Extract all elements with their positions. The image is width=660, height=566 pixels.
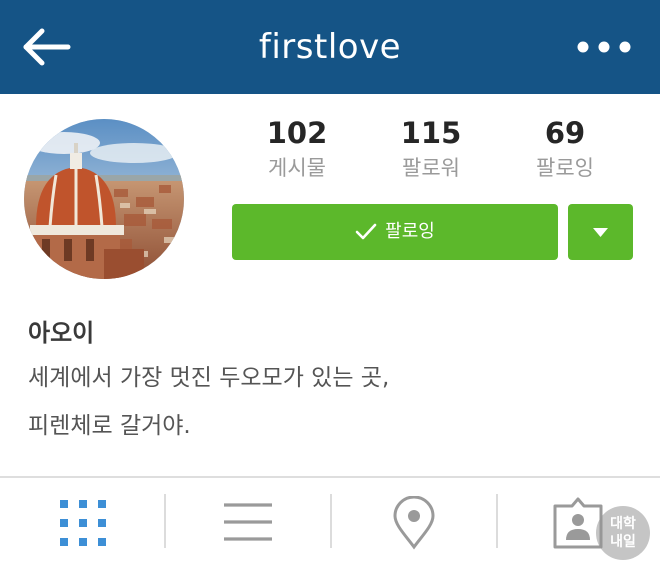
stat-followers-count: 115 (400, 116, 462, 150)
location-pin-icon (393, 496, 435, 550)
list-icon (224, 503, 272, 541)
profile-photo (24, 119, 184, 279)
tab-grid-view[interactable] (0, 478, 164, 566)
watermark-line-1: 대학 (610, 516, 636, 532)
following-button-label: 팔로잉 (385, 221, 435, 242)
caret-down-icon (593, 228, 608, 237)
stat-followers[interactable]: 115 팔로워 (366, 112, 496, 182)
view-tab-bar (0, 478, 660, 566)
more-dots-icon (577, 41, 631, 53)
checkmark-icon (355, 223, 377, 240)
profile-stats: 102 게시물 115 팔로워 69 팔로잉 (232, 112, 632, 182)
stat-following-count: 69 (544, 116, 586, 150)
avatar[interactable] (24, 119, 184, 279)
stat-following[interactable]: 69 팔로잉 (500, 112, 630, 182)
page-title: firstlove (258, 27, 402, 67)
tab-map-view[interactable] (332, 478, 496, 566)
stat-following-label: 팔로잉 (536, 156, 594, 180)
top-bar: firstlove (0, 0, 660, 94)
suggestions-dropdown-button[interactable] (568, 204, 633, 260)
following-button[interactable]: 팔로잉 (232, 204, 558, 260)
stat-followers-label: 팔로워 (402, 156, 460, 180)
stat-posts-count: 102 (266, 116, 328, 150)
profile-header: 102 게시물 115 팔로워 69 팔로잉 팔로잉 (0, 94, 660, 294)
bio-line-2: 피렌체로 갈거야. (28, 413, 191, 439)
stat-posts[interactable]: 102 게시물 (232, 112, 362, 182)
tab-list-view[interactable] (166, 478, 330, 566)
back-button[interactable] (22, 27, 72, 67)
profile-bio: 아오이 세계에서 가장 멋진 두오모가 있는 곳, 피렌체로 갈거야. (28, 316, 628, 450)
more-options-button[interactable] (574, 33, 634, 61)
stat-posts-label: 게시물 (268, 156, 326, 180)
watermark-logo: 대학 내일 (596, 506, 650, 560)
grid-icon (60, 500, 106, 546)
watermark-line-2: 내일 (610, 534, 636, 550)
arrow-left-icon (23, 28, 71, 66)
bio-line-1: 세계에서 가장 멋진 두오모가 있는 곳, (28, 365, 390, 391)
profile-name: 아오이 (28, 319, 95, 347)
